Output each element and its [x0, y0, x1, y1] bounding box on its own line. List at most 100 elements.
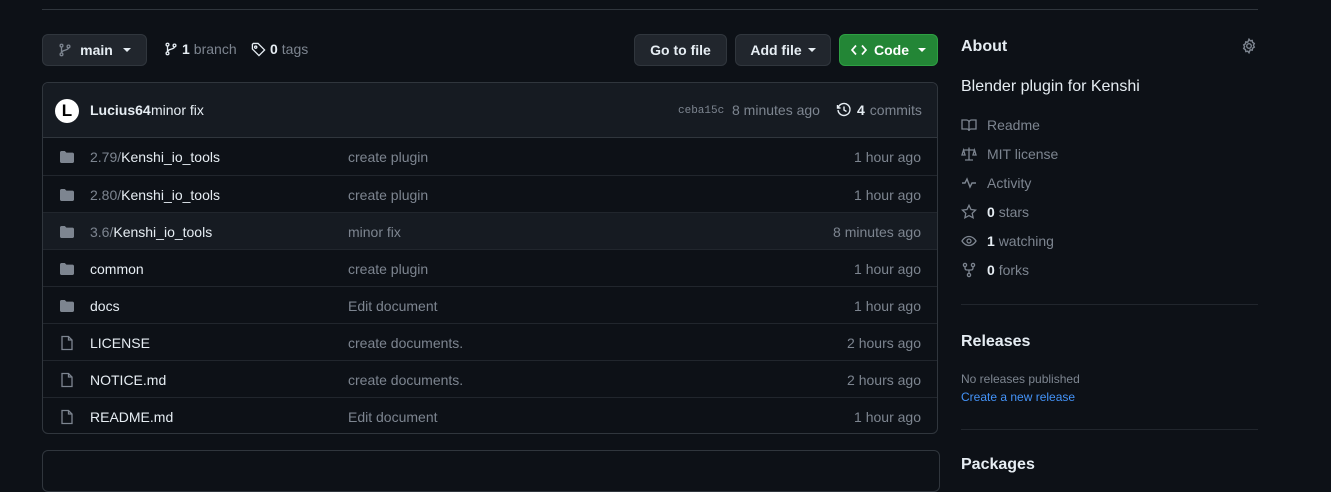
commit-age: 2 hours ago [847, 372, 921, 388]
table-row[interactable]: docs Edit document 1 hour ago [43, 286, 937, 323]
tags-label: tags [281, 41, 309, 57]
fork-icon [961, 262, 977, 278]
commit-message-link[interactable]: create documents. [348, 335, 463, 351]
folder-icon [59, 298, 75, 314]
stars-label: stars [998, 204, 1030, 220]
about-heading: About [961, 38, 1008, 55]
commit-sha[interactable]: ceba15c [678, 105, 724, 117]
file-icon [59, 372, 75, 388]
commit-time: 8 minutes ago [732, 102, 820, 118]
packages-heading[interactable]: Packages [961, 456, 1035, 474]
folder-icon [59, 149, 75, 165]
folder-icon [59, 261, 75, 277]
commits-label: commits [869, 102, 922, 118]
file-name: Kenshi_io_tools [121, 187, 220, 203]
releases-heading[interactable]: Releases [961, 333, 1030, 351]
license-link[interactable]: MIT license [961, 146, 1058, 162]
table-row[interactable]: LICENSE create documents. 2 hours ago [43, 323, 937, 360]
commit-age: 1 hour ago [854, 261, 921, 277]
sidebar-divider [961, 304, 1258, 305]
branches-label: branch [193, 41, 237, 57]
file-icon [59, 335, 75, 351]
branch-select-button[interactable]: main [42, 34, 147, 66]
commit-age: 1 hour ago [854, 187, 921, 203]
branches-count: 1 [182, 41, 190, 57]
file-name: docs [90, 298, 120, 314]
file-list: 2.79/Kenshi_io_tools create plugin 1 hour … [43, 138, 937, 433]
file-name: NOTICE.md [90, 372, 167, 388]
table-row[interactable]: 2.79/Kenshi_io_tools create plugin 1 hour … [43, 138, 937, 175]
latest-commit-bar: L Lucius64 minor fix ceba15c 8 minutes a… [43, 83, 937, 138]
path-prefix: 3.6/ [90, 224, 114, 240]
table-row[interactable]: 2.80/Kenshi_io_tools create plugin 1 hour … [43, 175, 937, 212]
file-name: Kenshi_io_tools [113, 224, 213, 240]
commits-count: 4 [857, 102, 865, 118]
file-name-link[interactable]: 3.6/Kenshi_io_tools [90, 224, 212, 240]
table-row[interactable]: 3.6/Kenshi_io_tools minor fix 8 minutes ag… [43, 212, 937, 249]
commit-age: 1 hour ago [854, 149, 921, 165]
commit-message-link[interactable]: Edit document [348, 409, 438, 425]
table-row[interactable]: README.md Edit document 1 hour ago [43, 397, 937, 433]
branch-name: main [80, 42, 113, 58]
law-icon [961, 146, 977, 162]
file-name-link[interactable]: README.md [90, 409, 173, 425]
tags-link[interactable]: 0 tags [251, 41, 308, 57]
commit-age: 8 minutes ago [833, 224, 921, 240]
table-row[interactable]: NOTICE.md create documents. 2 hours ago [43, 360, 937, 397]
watching-count: 1 [987, 233, 995, 249]
forks-count: 0 [987, 262, 995, 278]
repo-description: Blender plugin for Kenshi [961, 78, 1140, 95]
commit-message-link[interactable]: create plugin [348, 187, 428, 203]
star-icon [961, 204, 977, 220]
go-to-file-button[interactable]: Go to file [634, 34, 727, 66]
file-name: common [90, 261, 144, 277]
commit-message-link[interactable]: create plugin [348, 261, 428, 277]
book-icon [961, 117, 977, 133]
commit-message-link[interactable]: create documents. [348, 372, 463, 388]
commit-message[interactable]: minor fix [151, 102, 204, 118]
file-icon [59, 409, 75, 425]
commit-age: 1 hour ago [854, 298, 921, 314]
commit-message-link[interactable]: create plugin [348, 149, 428, 165]
readme-link[interactable]: Readme [961, 117, 1040, 133]
commit-message-link[interactable]: Edit document [348, 298, 438, 314]
forks-link[interactable]: 0 forks [961, 262, 1029, 278]
pulse-icon [961, 175, 977, 191]
file-name: Kenshi_io_tools [121, 149, 220, 165]
commit-age: 2 hours ago [847, 335, 921, 351]
commit-message-link[interactable]: minor fix [348, 224, 401, 240]
activity-label: Activity [987, 175, 1032, 191]
activity-link[interactable]: Activity [961, 175, 1031, 191]
commit-age: 1 hour ago [854, 409, 921, 425]
chevron-down-icon [122, 48, 131, 52]
folder-icon [59, 187, 75, 203]
git-branch-icon [164, 42, 178, 56]
table-row[interactable]: common create plugin 1 hour ago [43, 249, 937, 286]
code-button[interactable]: Code [839, 34, 938, 66]
stars-link[interactable]: 0 stars [961, 204, 1029, 220]
file-name-link[interactable]: NOTICE.md [90, 372, 166, 388]
commits-link[interactable]: 4 commits [836, 102, 922, 118]
file-name-link[interactable]: LICENSE [90, 335, 150, 351]
branches-link[interactable]: 1 branch [164, 41, 237, 57]
add-file-button[interactable]: Add file [735, 34, 831, 66]
chevron-down-icon [918, 48, 926, 52]
file-name-link[interactable]: docs [90, 298, 120, 314]
file-name-link[interactable]: common [90, 261, 144, 277]
file-name-link[interactable]: 2.80/Kenshi_io_tools [90, 187, 220, 203]
commit-author[interactable]: Lucius64 [90, 102, 151, 118]
create-release-link[interactable]: Create a new release [961, 390, 1075, 404]
tags-count: 0 [270, 41, 278, 57]
chevron-down-icon [807, 48, 816, 52]
watching-link[interactable]: 1 watching [961, 233, 1054, 249]
forks-label: forks [998, 262, 1030, 278]
gear-icon[interactable] [1241, 37, 1257, 57]
avatar[interactable]: L [55, 99, 79, 123]
file-name-link[interactable]: 2.79/Kenshi_io_tools [90, 149, 220, 165]
code-icon [851, 43, 867, 57]
watching-label: watching [998, 233, 1054, 249]
history-icon [836, 102, 852, 118]
sidebar-divider [961, 429, 1258, 430]
tag-icon [251, 42, 266, 57]
folder-icon [59, 224, 75, 240]
